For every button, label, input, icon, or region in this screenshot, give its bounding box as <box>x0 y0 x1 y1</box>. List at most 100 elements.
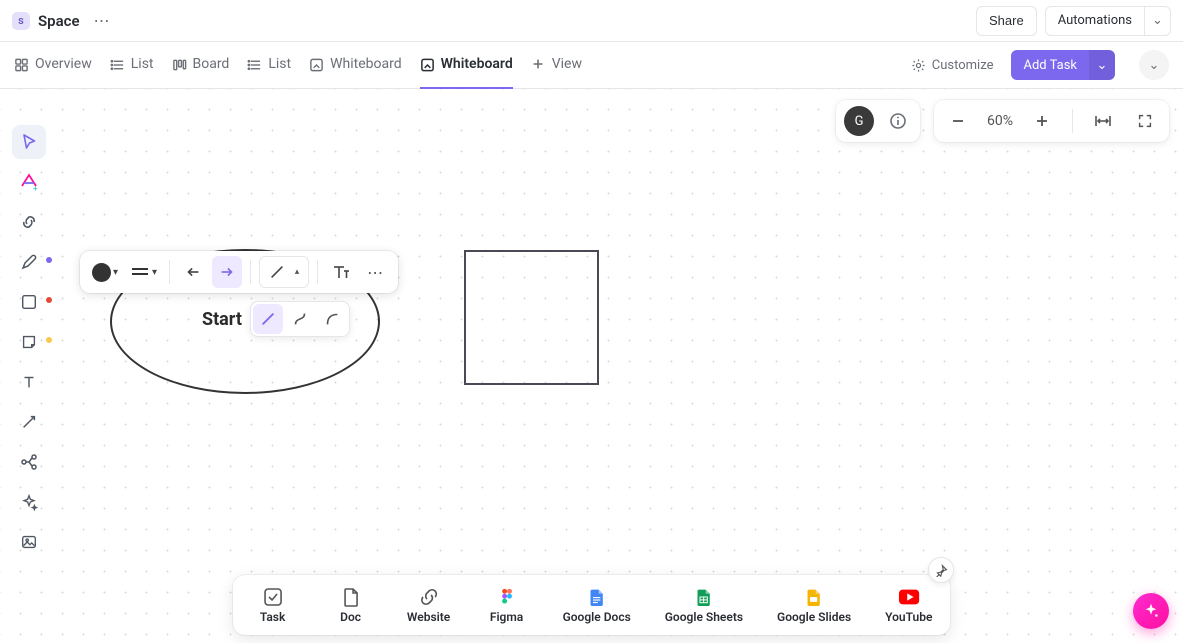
tray-figma[interactable]: Figma <box>485 586 529 624</box>
arrow-end-button[interactable] <box>212 256 242 288</box>
tool-select[interactable] <box>12 125 46 159</box>
tray-google-docs[interactable]: Google Docs <box>563 586 631 624</box>
line-style-elbow[interactable] <box>285 304 315 334</box>
fullscreen-button[interactable] <box>1129 105 1161 137</box>
tab-whiteboard-1[interactable]: Whiteboard <box>309 42 402 89</box>
add-view-label: View <box>552 56 582 72</box>
zoom-in-button[interactable] <box>1026 105 1058 137</box>
left-toolbar: + <box>11 125 47 559</box>
add-task-caret[interactable]: ⌄ <box>1089 50 1115 80</box>
tool-ai[interactable]: + <box>12 165 46 199</box>
tray-label: Google Docs <box>563 610 631 624</box>
tray-google-slides[interactable]: Google Slides <box>777 586 851 624</box>
svg-text:+: + <box>33 184 38 192</box>
fullscreen-icon <box>1136 112 1154 130</box>
separator <box>169 260 170 284</box>
arrow-start-button[interactable] <box>178 256 208 288</box>
tool-templates[interactable] <box>12 485 46 519</box>
nav-more-button[interactable]: ⌄ <box>1139 50 1169 80</box>
tab-label: List <box>131 56 154 72</box>
info-button[interactable] <box>884 107 912 135</box>
customize-label: Customize <box>932 58 994 73</box>
youtube-icon <box>898 586 920 608</box>
tool-connector[interactable] <box>12 405 46 439</box>
chevron-down-icon: ⌄ <box>1152 14 1163 27</box>
space-title[interactable]: Space <box>38 12 80 30</box>
tool-pen[interactable] <box>12 245 46 279</box>
chevron-down-icon: ⌄ <box>1149 59 1160 72</box>
shape-rectangle[interactable] <box>464 250 599 385</box>
zoom-out-button[interactable] <box>942 105 974 137</box>
canvas-top-right: G 60% <box>836 100 1169 142</box>
tab-label: Board <box>193 56 230 72</box>
arrow-left-icon <box>184 263 202 281</box>
chevron-down-icon: ▾ <box>113 267 118 278</box>
connector-context-toolbar: ▾ ▾ ▴ ⋯ <box>80 251 398 293</box>
tool-sticky[interactable] <box>12 325 46 359</box>
tool-link[interactable] <box>12 205 46 239</box>
ai-fab-button[interactable] <box>1133 593 1169 629</box>
tray-task[interactable]: Task <box>251 586 295 624</box>
tab-list-1[interactable]: List <box>110 42 154 89</box>
line-type-segment: ▴ <box>259 256 309 288</box>
more-options-button[interactable]: ⋯ <box>360 256 390 288</box>
tray-label: Google Sheets <box>665 610 743 624</box>
mindmap-icon <box>19 452 39 472</box>
app-tray: Task Doc Website Figma Google Docs <box>233 575 951 635</box>
zoom-level[interactable]: 60% <box>976 113 1024 129</box>
pin-icon <box>935 564 948 577</box>
task-icon <box>262 586 284 608</box>
line-style-straight[interactable] <box>253 304 283 334</box>
add-task-button[interactable]: Add Task ⌄ <box>1011 50 1115 80</box>
tab-list-2[interactable]: List <box>247 42 291 89</box>
tray-label: Task <box>260 610 286 624</box>
tray-google-sheets[interactable]: Google Sheets <box>665 586 743 624</box>
tab-board[interactable]: Board <box>172 42 230 89</box>
connector-icon <box>20 413 38 431</box>
customize-button[interactable]: Customize <box>911 58 994 73</box>
tray-pin-button[interactable] <box>928 557 954 583</box>
tab-overview[interactable]: Overview <box>14 42 92 89</box>
tray-label: Figma <box>490 610 523 624</box>
tray-youtube[interactable]: YouTube <box>885 586 932 624</box>
overview-icon <box>14 57 29 72</box>
plus-icon <box>531 57 546 72</box>
stroke-style-picker[interactable]: ▾ <box>126 256 161 288</box>
separator <box>1072 109 1073 133</box>
tray-doc[interactable]: Doc <box>329 586 373 624</box>
share-button[interactable]: Share <box>976 6 1037 36</box>
line-type-button[interactable] <box>264 256 290 288</box>
tool-image[interactable] <box>12 525 46 559</box>
list-icon <box>110 57 125 72</box>
chevron-up-icon[interactable]: ▴ <box>290 267 304 277</box>
line-diag-icon <box>268 263 286 281</box>
automations-caret[interactable]: ⌄ <box>1144 7 1170 35</box>
google-docs-icon <box>586 586 608 608</box>
whiteboard-icon <box>420 57 435 72</box>
text-tool-button[interactable] <box>326 256 356 288</box>
whiteboard-icon <box>309 57 324 72</box>
space-more-menu[interactable]: ⋯ <box>88 11 116 31</box>
pen-icon <box>19 252 39 272</box>
tool-mindmap[interactable] <box>12 445 46 479</box>
tool-shape[interactable] <box>12 285 46 319</box>
ellipsis-icon: ⋯ <box>94 13 110 30</box>
add-view-button[interactable]: View <box>531 42 582 89</box>
tool-text[interactable] <box>12 365 46 399</box>
automations-button[interactable]: Automations ⌄ <box>1045 6 1171 36</box>
tray-website[interactable]: Website <box>407 586 451 624</box>
tray-label: Google Slides <box>777 610 851 624</box>
chevron-down-icon: ⌄ <box>1097 59 1108 72</box>
line-straight-icon <box>259 310 277 328</box>
whiteboard-canvas[interactable]: + <box>0 89 1183 643</box>
fit-to-screen-button[interactable] <box>1087 105 1119 137</box>
fill-color-picker[interactable]: ▾ <box>88 256 122 288</box>
image-icon <box>20 533 38 551</box>
line-style-curved[interactable] <box>317 304 347 334</box>
connector-start-controls: Start <box>202 300 350 338</box>
stroke-icon <box>130 265 150 279</box>
avatar[interactable]: G <box>844 106 874 136</box>
color-indicator-yellow-icon <box>46 337 52 343</box>
tab-whiteboard-2[interactable]: Whiteboard <box>420 42 513 89</box>
square-icon <box>20 293 38 311</box>
